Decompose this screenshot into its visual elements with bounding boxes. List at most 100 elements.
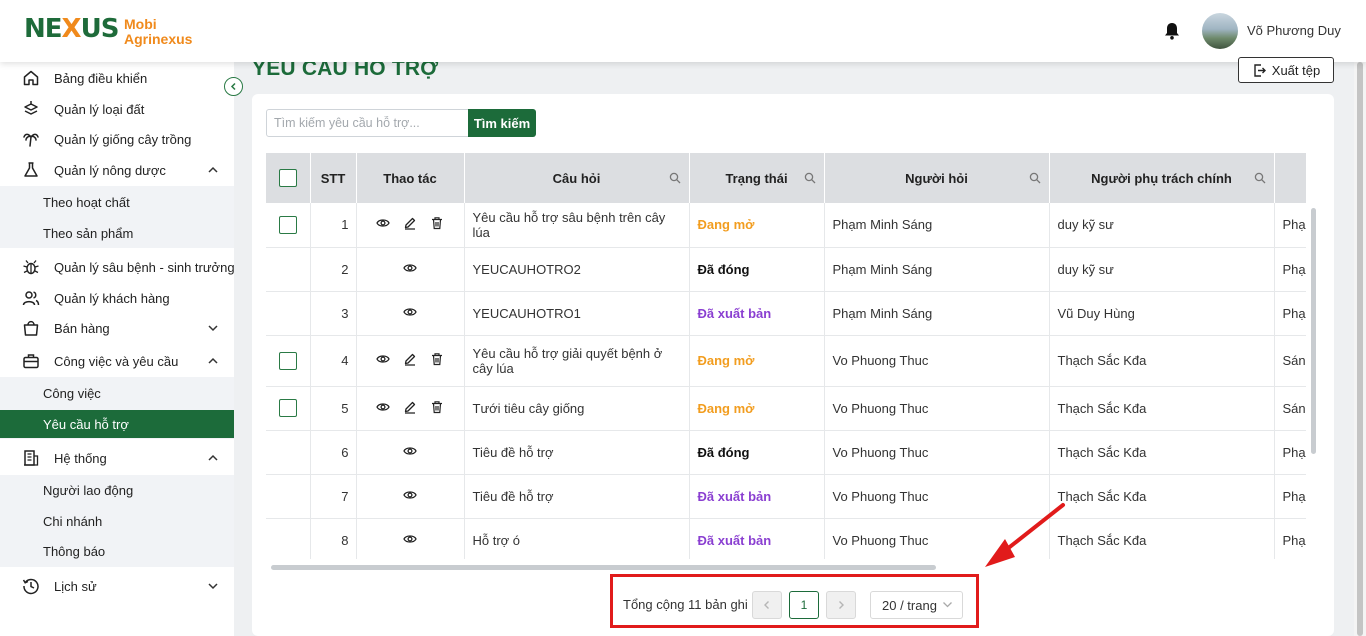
- sidebar-sub-label: Người lao động: [43, 482, 134, 498]
- page-size-select[interactable]: 20 / trang: [870, 591, 963, 619]
- chevron-down-icon: [943, 602, 952, 608]
- header-asker[interactable]: Người hỏi: [824, 153, 1050, 203]
- table-row[interactable]: 6 Tiêu đề hỗ trợ Đã đóng Vo Phuong Thuc Thạc…: [266, 430, 1306, 475]
- page-scrollbar-thumb[interactable]: [1357, 62, 1363, 636]
- sidebar-item-system[interactable]: Hệ thống: [0, 443, 234, 473]
- row-checkbox[interactable]: [278, 215, 297, 234]
- edit-icon[interactable]: [403, 352, 417, 366]
- sidebar-item-soil[interactable]: Quản lý loại đất: [0, 94, 234, 124]
- logo-text: Mobi Agrinexus: [124, 17, 192, 47]
- eye-icon[interactable]: [403, 444, 417, 458]
- table-row[interactable]: 5 Tưới tiêu cây giống Đang mở Vo Phuong Thu…: [266, 386, 1306, 431]
- header-actions: Thao tác: [356, 153, 465, 203]
- current-page[interactable]: 1: [789, 591, 819, 619]
- export-button[interactable]: Xuất tệp: [1238, 57, 1334, 83]
- edit-icon[interactable]: [403, 400, 417, 414]
- sidebar-item-label: Quản lý sâu bệnh - sinh trưởng: [54, 259, 235, 275]
- edit-icon[interactable]: [403, 216, 417, 230]
- header-status-label: Trạng thái: [725, 170, 788, 186]
- row-checkbox[interactable]: [278, 351, 297, 370]
- row-status: Đã đóng: [689, 247, 825, 292]
- row-question[interactable]: Yêu cầu hỗ trợ giải quyết bệnh ở cây lúa: [464, 335, 690, 387]
- user-name[interactable]: Võ Phương Duy: [1247, 23, 1341, 38]
- table-row[interactable]: 2 YEUCAUHOTRO2 Đã đóng Phạm Minh Sáng duy kỹ…: [266, 247, 1306, 292]
- sidebar-item-sales[interactable]: Bán hàng: [0, 313, 234, 343]
- sidebar-item-tasks[interactable]: Công việc và yêu cầu: [0, 346, 234, 376]
- vertical-scrollbar[interactable]: [1311, 208, 1316, 454]
- search-icon[interactable]: [1029, 172, 1041, 184]
- horizontal-scrollbar[interactable]: [271, 565, 936, 570]
- page-scrollbar[interactable]: [1354, 62, 1366, 636]
- avatar[interactable]: [1202, 13, 1238, 49]
- sidebar-sub-support-requests[interactable]: Yêu cầu hỗ trợ: [0, 410, 234, 438]
- table-row[interactable]: 4 Yêu cầu hỗ trợ giải quyết bệnh ở cây lú…: [266, 335, 1306, 387]
- sidebar-collapse-button[interactable]: [224, 77, 243, 96]
- row-select-cell: [266, 430, 311, 475]
- sidebar-item-pests[interactable]: Quản lý sâu bệnh - sinh trưởng: [0, 252, 235, 282]
- row-stt: 1: [310, 203, 357, 248]
- row-extra: Sáng: [1274, 386, 1306, 431]
- logo-mark-x: X: [61, 14, 82, 44]
- sidebar-item-seed[interactable]: Quản lý giống cây trồng: [0, 124, 234, 154]
- row-stt: 8: [310, 518, 357, 559]
- row-actions: [356, 335, 465, 387]
- search-icon[interactable]: [804, 172, 816, 184]
- search-icon[interactable]: [1254, 172, 1266, 184]
- clock-icon: [22, 578, 39, 595]
- sidebar-sub-notifications[interactable]: Thông báo: [0, 536, 234, 566]
- prev-page-button[interactable]: [752, 591, 782, 619]
- sidebar-sub-branches[interactable]: Chi nhánh: [0, 506, 234, 536]
- table-row[interactable]: 7 Tiêu đề hỗ trợ Đã xuất bản Vo Phuong Thuc…: [266, 474, 1306, 519]
- eye-icon[interactable]: [403, 305, 417, 319]
- search-icon[interactable]: [669, 172, 681, 184]
- row-question[interactable]: Tiêu đề hỗ trợ: [464, 430, 690, 475]
- select-all-checkbox[interactable]: [278, 169, 297, 187]
- eye-icon[interactable]: [403, 488, 417, 502]
- eye-icon[interactable]: [376, 352, 390, 366]
- building-icon: [24, 450, 39, 466]
- sidebar-item-customers[interactable]: Quản lý khách hàng: [0, 283, 234, 313]
- row-question[interactable]: YEUCAUHOTRO1: [464, 291, 690, 336]
- row-status: Đã xuất bản: [689, 474, 825, 519]
- row-actions: [356, 247, 465, 292]
- sidebar-sub-tasks[interactable]: Công việc: [0, 378, 234, 408]
- sidebar-item-history[interactable]: Lịch sử: [0, 571, 234, 601]
- table-row[interactable]: 3 YEUCAUHOTRO1 Đã xuất bản Phạm Minh Sáng Vũ…: [266, 291, 1306, 336]
- sidebar-item-pesticide[interactable]: Quản lý nông dược: [0, 155, 234, 185]
- eye-icon[interactable]: [403, 261, 417, 275]
- eye-icon[interactable]: [403, 532, 417, 546]
- trash-icon[interactable]: [430, 216, 444, 230]
- header-status[interactable]: Trạng thái: [689, 153, 825, 203]
- row-question[interactable]: Yêu cầu hỗ trợ sâu bệnh trên cây lúa: [464, 203, 690, 248]
- table-row[interactable]: 1 Yêu cầu hỗ trợ sâu bệnh trên cây lúa Đan…: [266, 203, 1306, 248]
- sidebar-sub-workers[interactable]: Người lao động: [0, 475, 234, 505]
- logo[interactable]: NEXUS: [24, 14, 119, 44]
- sidebar-sub-active-ingredient[interactable]: Theo hoạt chất: [0, 187, 234, 217]
- sidebar-item-label: Quản lý nông dược: [54, 162, 166, 178]
- eye-icon[interactable]: [376, 216, 390, 230]
- header-question[interactable]: Câu hỏi: [464, 153, 690, 203]
- search-button[interactable]: Tìm kiếm: [468, 109, 536, 137]
- chevron-up-icon: [208, 454, 218, 461]
- flask-icon: [24, 162, 38, 177]
- header-owner[interactable]: Người phụ trách chính: [1049, 153, 1275, 203]
- row-actions: [356, 518, 465, 559]
- trash-icon[interactable]: [430, 352, 444, 366]
- row-question[interactable]: Tưới tiêu cây giống: [464, 386, 690, 431]
- header-select-all[interactable]: [266, 153, 311, 203]
- sidebar-sub-product[interactable]: Theo sản phẩm: [0, 218, 234, 248]
- row-checkbox[interactable]: [278, 399, 297, 417]
- bell-icon[interactable]: [1162, 21, 1182, 41]
- next-page-button[interactable]: [826, 591, 856, 619]
- row-question[interactable]: YEUCAUHOTRO2: [464, 247, 690, 292]
- search-input[interactable]: [266, 109, 470, 137]
- palm-tree-icon: [23, 133, 39, 147]
- table-row[interactable]: 8 Hỗ trợ ó Đã xuất bản Vo Phuong Thuc Thạch …: [266, 518, 1306, 559]
- row-question[interactable]: Hỗ trợ ó: [464, 518, 690, 559]
- sidebar-item-dashboard[interactable]: Bảng điều khiển: [0, 63, 234, 93]
- row-extra: Phạm: [1274, 474, 1306, 519]
- trash-icon[interactable]: [430, 400, 444, 414]
- eye-icon[interactable]: [376, 400, 390, 414]
- row-question[interactable]: Tiêu đề hỗ trợ: [464, 474, 690, 519]
- chevron-up-icon: [208, 166, 218, 173]
